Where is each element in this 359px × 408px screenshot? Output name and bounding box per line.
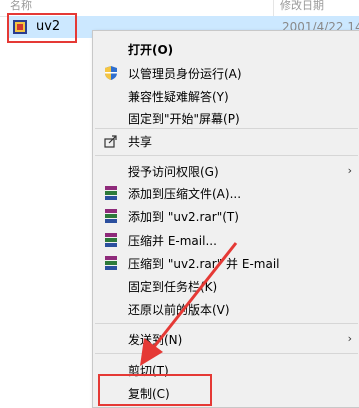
menu-item-send-to[interactable]: 发送到(N) › [93,328,359,350]
menu-item-label: 还原以前的版本(V) [128,303,230,317]
copy-highlight-box [98,374,212,406]
menu-item-label: 授予访问权限(G) [128,165,219,179]
context-menu: 打开(O) 以管理员身份运行(A) 兼容性疑难解答(Y) 固定到"开始"屏幕(P… [92,30,359,408]
rar-icon [105,256,117,270]
rar-icon [105,209,117,223]
menu-item-run-as-admin[interactable]: 以管理员身份运行(A) [93,62,359,84]
menu-item-label: 压缩到 "uv2.rar" 并 E-mail [128,257,280,271]
menu-item-label: 兼容性疑难解答(Y) [128,90,229,104]
menu-item-compress-rar-email[interactable]: 压缩到 "uv2.rar" 并 E-mail [93,252,359,274]
menu-item-share[interactable]: 共享 [93,130,359,152]
column-header-date[interactable]: 修改日期 [280,0,324,13]
menu-item-label: 打开(O) [128,43,174,57]
column-header-name[interactable]: 名称 [10,0,32,13]
menu-separator [95,353,358,354]
menu-item-label: 共享 [128,135,153,149]
menu-item-compat-troubleshoot[interactable]: 兼容性疑难解答(Y) [93,85,359,107]
menu-item-grant-access[interactable]: 授予访问权限(G) › [93,160,359,182]
menu-item-add-to-rar[interactable]: 添加到 "uv2.rar"(T) [93,205,359,227]
menu-item-label: 添加到压缩文件(A)... [128,187,242,201]
shield-icon [105,66,117,80]
menu-item-label: 压缩并 E-mail... [128,234,217,248]
menu-item-add-to-archive[interactable]: 添加到压缩文件(A)... [93,182,359,204]
rar-icon [105,233,117,247]
menu-item-label: 固定到"开始"屏幕(P) [128,112,240,126]
share-icon [104,135,117,148]
menu-item-open[interactable]: 打开(O) [93,38,359,60]
menu-item-label: 以管理员身份运行(A) [128,67,242,81]
submenu-arrow-icon: › [347,332,352,345]
menu-separator [95,128,358,129]
menu-item-label: 固定到任务栏(K) [128,280,218,294]
menu-item-restore-versions[interactable]: 还原以前的版本(V) [93,298,359,320]
menu-item-label: 添加到 "uv2.rar"(T) [128,210,239,224]
column-separator[interactable] [273,0,274,16]
menu-item-label: 发送到(N) [128,333,183,347]
menu-separator [95,155,358,156]
rar-icon [105,186,117,200]
explorer-window: 名称 修改日期 uv2 2001/4/22 14:5 打开(O) 以管理员身份运… [0,0,359,408]
menu-item-compress-email[interactable]: 压缩并 E-mail... [93,229,359,251]
menu-item-pin-start[interactable]: 固定到"开始"屏幕(P) [93,107,359,129]
menu-item-pin-taskbar[interactable]: 固定到任务栏(K) [93,275,359,297]
submenu-arrow-icon: › [347,164,352,177]
file-highlight-box [7,13,77,43]
menu-separator [95,323,358,324]
